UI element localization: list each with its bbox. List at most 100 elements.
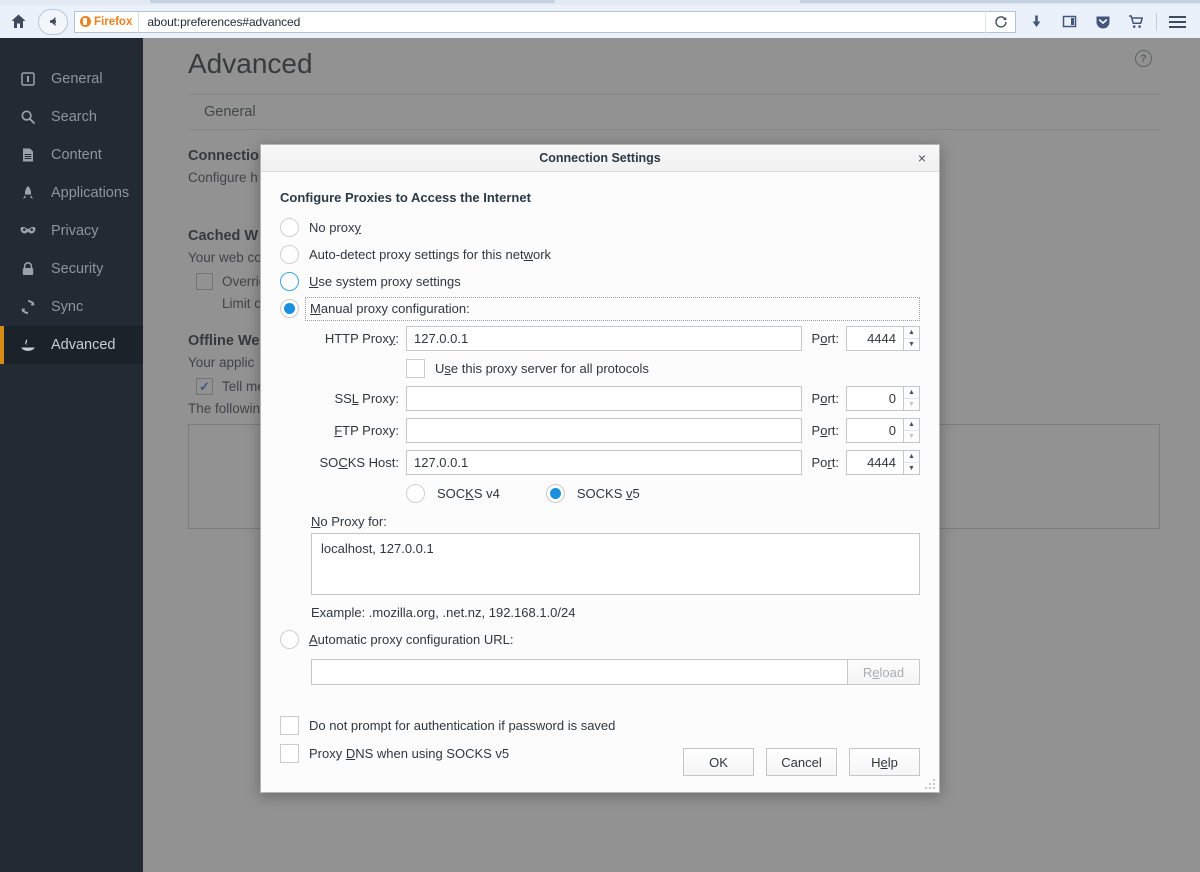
http-port-input[interactable]: 4444 xyxy=(846,326,903,351)
sidebar-item-search[interactable]: Search xyxy=(0,98,143,136)
downloads-icon[interactable] xyxy=(1020,7,1053,37)
sidebar-item-label: Security xyxy=(51,261,103,277)
http-port-stepper[interactable]: 4444 ▲ ▼ xyxy=(846,326,920,351)
no-proxy-example-text: Example: .mozilla.org, .net.nz, 192.168.… xyxy=(311,605,920,620)
ssl-port-stepper[interactable]: 0 ▲ ▼ xyxy=(846,386,920,411)
socks-port-stepper[interactable]: 4444 ▲ ▼ xyxy=(846,450,920,475)
ssl-port-input[interactable]: 0 xyxy=(846,386,903,411)
socks-host-row: SOCKS Host: 127.0.0.1 Port: 4444 ▲ ▼ xyxy=(306,446,920,478)
sidebar-item-privacy[interactable]: Privacy xyxy=(0,212,143,250)
dialog-heading: Configure Proxies to Access the Internet xyxy=(280,190,920,205)
ssl-proxy-input[interactable] xyxy=(406,386,802,411)
radio-no-proxy-label: No proxy xyxy=(309,220,361,235)
http-proxy-input[interactable]: 127.0.0.1 xyxy=(406,326,802,351)
ssl-port-spin-buttons[interactable]: ▲ ▼ xyxy=(903,386,920,411)
socks-host-input[interactable]: 127.0.0.1 xyxy=(406,450,802,475)
dialog-button-row: OK Cancel Help xyxy=(683,748,920,776)
ssl-port-label: Port: xyxy=(802,391,846,406)
sidebar-icon[interactable] xyxy=(1053,7,1086,37)
spin-down-icon[interactable]: ▼ xyxy=(904,339,919,350)
sidebar-item-content[interactable]: Content xyxy=(0,136,143,174)
sidebar-item-security[interactable]: Security xyxy=(0,250,143,288)
dialog-title: Connection Settings xyxy=(539,151,661,165)
radio-pac-url[interactable]: Automatic proxy configuration URL: xyxy=(280,626,920,653)
firefox-logo-icon xyxy=(80,16,91,27)
radio-auto-detect[interactable]: Auto-detect proxy settings for this netw… xyxy=(280,241,920,268)
use-all-protocols-row[interactable]: Use this proxy server for all protocols xyxy=(406,354,920,382)
ssl-proxy-label: SSL Proxy: xyxy=(306,391,406,406)
socks-port-spin-buttons[interactable]: ▲ ▼ xyxy=(903,450,920,475)
lock-icon xyxy=(18,259,38,279)
radio-manual[interactable]: Manual proxy configuration: xyxy=(280,295,920,322)
spin-down-icon[interactable]: ▼ xyxy=(904,431,919,442)
radio-auto-detect-control[interactable] xyxy=(280,245,299,264)
no-auth-prompt-checkbox[interactable] xyxy=(280,716,299,735)
radio-use-system[interactable]: Use system proxy settings xyxy=(280,268,920,295)
help-button[interactable]: Help xyxy=(849,748,920,776)
spin-up-icon[interactable]: ▲ xyxy=(904,387,919,399)
hamburger-menu-icon[interactable] xyxy=(1161,7,1194,37)
toolbar-icon-group xyxy=(1020,7,1200,37)
socks-host-label: SOCKS Host: xyxy=(306,455,406,470)
advanced-icon xyxy=(18,335,38,355)
spin-up-icon[interactable]: ▲ xyxy=(904,451,919,463)
radio-manual-focus-ring: Manual proxy configuration: xyxy=(305,297,920,321)
no-auth-prompt-row[interactable]: Do not prompt for authentication if pass… xyxy=(280,711,920,739)
sidebar-item-label: Content xyxy=(51,147,102,163)
radio-no-proxy[interactable]: No proxy xyxy=(280,214,920,241)
sidebar-item-general[interactable]: General xyxy=(0,60,143,98)
ftp-proxy-row: FTP Proxy: Port: 0 ▲ ▼ xyxy=(306,414,920,446)
sidebar-item-applications[interactable]: Applications xyxy=(0,174,143,212)
socks-port-input[interactable]: 4444 xyxy=(846,450,903,475)
spin-down-icon[interactable]: ▼ xyxy=(904,463,919,474)
ok-button[interactable]: OK xyxy=(683,748,754,776)
radio-no-proxy-control[interactable] xyxy=(280,218,299,237)
radio-use-system-control[interactable] xyxy=(280,272,299,291)
sidebar-item-advanced[interactable]: Advanced xyxy=(0,326,143,364)
ftp-port-stepper[interactable]: 0 ▲ ▼ xyxy=(846,418,920,443)
tab-item[interactable] xyxy=(800,0,1200,3)
http-port-spin-buttons[interactable]: ▲ ▼ xyxy=(903,326,920,351)
http-proxy-row: HTTP Proxy: 127.0.0.1 Port: 4444 ▲ ▼ xyxy=(306,322,920,354)
tab-item[interactable] xyxy=(150,0,555,3)
socks-port-label: Port: xyxy=(802,455,846,470)
home-icon[interactable] xyxy=(0,13,36,30)
reload-icon[interactable] xyxy=(985,11,1015,33)
shopping-cart-icon[interactable] xyxy=(1119,7,1152,37)
pac-url-row: Reload xyxy=(311,659,920,685)
radio-socks-v4-label: SOCKS v4 xyxy=(437,486,500,501)
ftp-port-spin-buttons[interactable]: ▲ ▼ xyxy=(903,418,920,443)
url-brand-label: Firefox xyxy=(94,16,132,28)
pac-url-input[interactable] xyxy=(311,659,848,685)
dialog-body: Configure Proxies to Access the Internet… xyxy=(261,172,939,767)
ftp-proxy-label: FTP Proxy: xyxy=(306,423,406,438)
pocket-icon[interactable] xyxy=(1086,7,1119,37)
content-icon xyxy=(18,145,38,165)
no-proxy-for-textarea[interactable]: localhost, 127.0.0.1 xyxy=(311,533,920,595)
navigation-toolbar: Firefox about:preferences#advanced xyxy=(0,5,1200,38)
radio-manual-control[interactable] xyxy=(280,299,299,318)
close-icon[interactable]: × xyxy=(913,149,931,167)
radio-socks-v5-label: SOCKS v5 xyxy=(577,486,640,501)
resize-grip[interactable] xyxy=(925,779,936,790)
reload-pac-button[interactable]: Reload xyxy=(848,659,920,685)
spin-down-icon[interactable]: ▼ xyxy=(904,399,919,410)
ftp-proxy-input[interactable] xyxy=(406,418,802,443)
applications-icon xyxy=(18,183,38,203)
url-input[interactable]: about:preferences#advanced xyxy=(139,15,300,29)
spin-up-icon[interactable]: ▲ xyxy=(904,419,919,431)
url-brand-chip: Firefox xyxy=(75,12,139,32)
use-all-protocols-checkbox[interactable] xyxy=(406,359,425,378)
proxy-dns-checkbox[interactable] xyxy=(280,744,299,763)
ftp-port-input[interactable]: 0 xyxy=(846,418,903,443)
spin-up-icon[interactable]: ▲ xyxy=(904,327,919,339)
http-proxy-label: HTTP Proxy: xyxy=(306,331,406,346)
radio-socks-v5-control[interactable] xyxy=(546,484,565,503)
cancel-button[interactable]: Cancel xyxy=(766,748,837,776)
url-bar[interactable]: Firefox about:preferences#advanced xyxy=(74,11,1016,33)
back-button[interactable] xyxy=(38,9,68,35)
radio-pac-url-control[interactable] xyxy=(280,630,299,649)
radio-socks-v4-control[interactable] xyxy=(406,484,425,503)
sync-icon xyxy=(18,297,38,317)
sidebar-item-sync[interactable]: Sync xyxy=(0,288,143,326)
